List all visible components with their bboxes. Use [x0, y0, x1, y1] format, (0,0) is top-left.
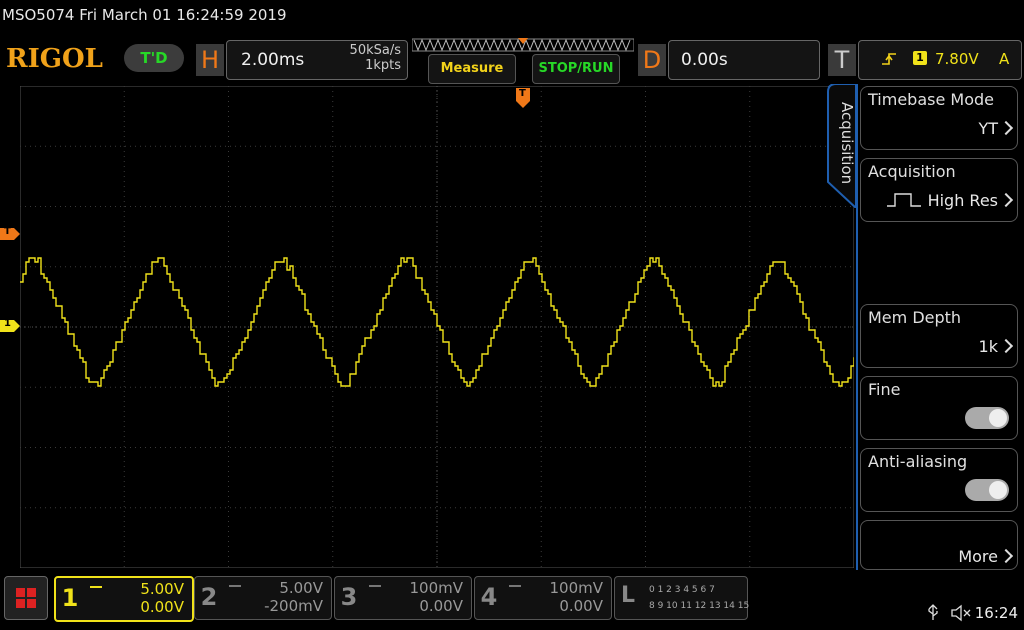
channel-offset: 0.00V	[140, 598, 184, 616]
menu-label: Anti-aliasing	[868, 452, 968, 471]
trigger-settings-box[interactable]: 1 7.80V A	[858, 40, 1022, 80]
channel-number: 3	[340, 583, 358, 611]
timebase-value: 2.00ms	[241, 50, 305, 70]
digital-channels-0-7: 0 1 2 3 4 5 6 7	[649, 585, 715, 595]
channel-scale: 100mV	[549, 579, 603, 597]
logic-analyzer-label: L	[621, 583, 636, 608]
channel-offset: 0.00V	[419, 597, 463, 615]
trigger-label[interactable]: T	[828, 44, 856, 76]
delay-value: 0.00s	[681, 50, 728, 70]
trigger-position-ruler[interactable]	[412, 38, 634, 52]
top-status-bar: RIGOL T'D H 2.00ms 50kSa/s 1kpts Measure…	[0, 34, 1024, 84]
dc-coupling-icon	[229, 585, 241, 593]
chevron-right-icon	[998, 338, 1014, 354]
menu-label: Mem Depth	[868, 308, 962, 327]
trigger-mode: A	[999, 50, 1010, 68]
anti-aliasing-menu[interactable]: Anti-aliasing	[860, 448, 1018, 512]
grid-menu-icon	[16, 588, 36, 608]
fine-menu[interactable]: Fine	[860, 376, 1018, 440]
menu-label: Fine	[868, 380, 901, 399]
waveform-display[interactable]	[20, 86, 854, 568]
rising-edge-icon	[882, 53, 896, 65]
delay-box[interactable]: 0.00s	[668, 40, 820, 80]
dc-coupling-icon	[90, 586, 102, 594]
dc-coupling-icon	[509, 585, 521, 593]
bottom-channel-bar: 1 5.00V 0.00V 2 5.00V -200mV 3 100mV 0.0…	[0, 570, 1024, 630]
acquisition-tab[interactable]: Acquisition	[826, 84, 856, 208]
trigger-source-badge: 1	[913, 51, 927, 65]
chevron-right-icon	[998, 192, 1014, 208]
channel-number: 4	[480, 583, 498, 611]
chevron-right-icon	[998, 548, 1014, 564]
menu-value: High Res	[928, 191, 1014, 210]
anti-aliasing-toggle[interactable]	[965, 479, 1009, 501]
usb-icon	[928, 604, 938, 620]
channel-number: 1	[61, 584, 79, 612]
chevron-right-icon	[998, 120, 1014, 136]
device-title: MSO5074 Fri March 01 16:24:59 2019	[2, 6, 287, 24]
pulse-icon	[887, 193, 921, 207]
horizontal-label[interactable]: H	[196, 44, 224, 76]
clock: 16:24	[974, 604, 1018, 622]
logic-analyzer-box[interactable]: L 0 1 2 3 4 5 6 7 8 9 10 11 12 13 14 15	[614, 576, 750, 620]
more-menu[interactable]: More	[860, 520, 1018, 570]
channel-number: 2	[200, 583, 218, 611]
measure-button[interactable]: Measure	[428, 54, 516, 84]
menu-label: Acquisition	[868, 162, 956, 181]
channel-scale: 100mV	[409, 579, 463, 597]
stop-run-button[interactable]: STOP/RUN	[532, 54, 620, 84]
sample-rate-readout: 50kSa/s 1kpts	[350, 43, 401, 73]
mem-depth-menu[interactable]: Mem Depth 1k	[860, 304, 1018, 368]
digital-channels-8-15: 8 9 10 11 12 13 14 15	[649, 601, 750, 611]
channel-3-box[interactable]: 3 100mV 0.00V	[334, 576, 472, 620]
acquisition-tab-label: Acquisition	[838, 102, 856, 184]
menu-value: 1k	[979, 337, 1014, 356]
timebase-mode-menu[interactable]: Timebase Mode YT	[860, 86, 1018, 150]
title-bar: MSO5074 Fri March 01 16:24:59 2019	[0, 0, 1024, 34]
sample-rate: 50kSa/s	[349, 43, 401, 58]
channel-offset: 0.00V	[559, 597, 603, 615]
dc-coupling-icon	[369, 585, 381, 593]
menu-value: YT	[978, 119, 1014, 138]
channel-1-box[interactable]: 1 5.00V 0.00V	[54, 576, 194, 622]
horizontal-timebase-box[interactable]: 2.00ms 50kSa/s 1kpts	[226, 40, 408, 80]
channel-1-offset-marker[interactable]: 1	[0, 320, 20, 332]
channel-scale: 5.00V	[279, 579, 323, 597]
run-status-badge[interactable]: T'D	[124, 44, 184, 72]
menu-value: More	[958, 547, 1014, 566]
trigger-level: 7.80V	[935, 50, 979, 68]
speaker-muted-icon[interactable]	[950, 604, 972, 622]
rigol-logo: RIGOL	[6, 44, 103, 74]
home-menu-button[interactable]	[4, 576, 48, 620]
trigger-level-marker[interactable]: T	[0, 228, 20, 240]
side-menu-panel: Timebase Mode YT Acquisition High Res Me…	[856, 84, 1024, 570]
channel-scale: 5.00V	[140, 580, 184, 598]
channel-2-box[interactable]: 2 5.00V -200mV	[194, 576, 332, 620]
fine-toggle[interactable]	[965, 407, 1009, 429]
memory-points: 1kpts	[365, 58, 401, 73]
menu-label: Timebase Mode	[868, 90, 994, 109]
delay-label[interactable]: D	[638, 44, 666, 76]
channel-4-box[interactable]: 4 100mV 0.00V	[474, 576, 612, 620]
channel-offset: -200mV	[264, 597, 323, 615]
acquisition-mode-menu[interactable]: Acquisition High Res	[860, 158, 1018, 222]
